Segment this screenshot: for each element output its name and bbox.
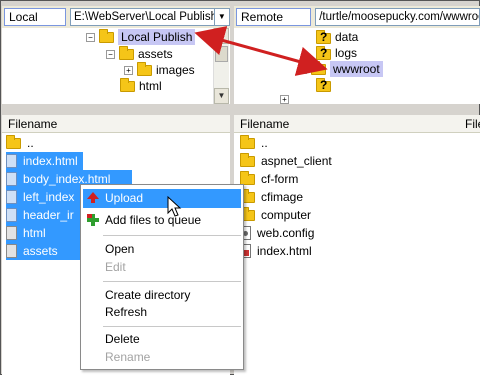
tree-node-label: html	[139, 79, 162, 93]
list-item[interactable]: header_ir	[6, 206, 80, 224]
folder-icon	[240, 170, 255, 185]
list-item[interactable]: computer	[240, 206, 470, 224]
local-path-input[interactable]: E:\WebServer\Local Publish\	[70, 8, 215, 26]
tree-node-label: assets	[138, 47, 173, 61]
list-item[interactable]: index.html	[6, 152, 83, 170]
tree-node-label: logs	[335, 46, 358, 60]
mouse-cursor-icon	[167, 196, 182, 217]
collapse-icon[interactable]: −	[106, 49, 115, 59]
list-item[interactable]: cfimage	[240, 188, 470, 206]
file-icon	[6, 172, 17, 186]
unknown-folder-icon: ?	[316, 78, 331, 92]
file-icon	[6, 244, 17, 258]
folder-icon	[99, 28, 114, 43]
list-item[interactable]: web.config	[240, 224, 470, 242]
expand-icon[interactable]: +	[298, 64, 307, 74]
tree-node-assets[interactable]: − assets	[106, 45, 173, 62]
list-item[interactable]: html	[6, 224, 80, 242]
local-filename-column-header[interactable]: Filename	[2, 115, 230, 133]
local-tree-scrollbar[interactable]: ▲ ▼	[213, 28, 229, 104]
menu-separator	[103, 281, 241, 282]
remote-tree-pane: ? data ? logs + wwwroot ? +	[234, 28, 480, 104]
folder-icon	[119, 45, 134, 60]
menu-item-rename: Rename	[105, 350, 151, 364]
local-path-dropdown-icon[interactable]: ▼	[214, 8, 230, 26]
list-item[interactable]: assets	[6, 242, 80, 260]
remote-path-input[interactable]: /turtle/moosepucky.com/wwwroot	[315, 8, 480, 26]
folder-icon	[137, 61, 152, 76]
folder-icon	[240, 152, 255, 167]
expand-icon[interactable]: +	[280, 94, 289, 104]
unknown-folder-icon: ?	[316, 46, 331, 60]
folder-icon	[311, 60, 326, 75]
remote-size-column-header[interactable]: File	[465, 115, 480, 133]
tree-node-collapsed[interactable]: +	[280, 91, 293, 104]
file-icon	[6, 208, 17, 222]
menu-item-refresh[interactable]: Refresh	[83, 303, 241, 322]
tree-node-data[interactable]: ? data	[316, 29, 358, 45]
local-tree-pane: − Local Publish − assets + images html ▲…	[2, 28, 230, 104]
list-item[interactable]: index.html	[240, 242, 470, 260]
tree-node-wwwroot[interactable]: + wwwroot	[298, 60, 383, 77]
list-item[interactable]: left_index	[6, 188, 80, 206]
tree-node-label: data	[335, 30, 359, 44]
scroll-thumb[interactable]	[215, 46, 228, 62]
menu-separator	[103, 235, 241, 236]
menu-separator	[103, 326, 241, 327]
menu-item-upload[interactable]: Upload	[83, 189, 241, 208]
list-item[interactable]: cf-form	[240, 170, 470, 188]
tree-node-local-publish[interactable]: − Local Publish	[86, 28, 196, 45]
folder-icon	[240, 134, 255, 149]
file-icon	[6, 154, 17, 168]
menu-item-delete[interactable]: Delete	[83, 330, 241, 349]
list-item[interactable]: ..	[6, 134, 230, 152]
context-menu: Upload Add files to queue Open Edit Crea…	[80, 184, 244, 370]
tree-node-unknown[interactable]: ?	[316, 77, 335, 93]
tree-node-label: images	[156, 63, 195, 77]
local-site-bar: Local site: E:\WebServer\Local Publish\ …	[2, 6, 230, 40]
list-item[interactable]: ..	[240, 134, 470, 152]
file-icon	[6, 226, 17, 240]
menu-item-add-files-to-queue[interactable]: Add files to queue	[83, 211, 241, 230]
folder-icon	[120, 77, 135, 92]
tree-node-images[interactable]: + images	[124, 61, 195, 78]
expand-icon[interactable]: +	[124, 65, 133, 75]
list-item[interactable]: aspnet_client	[240, 152, 470, 170]
tree-node-label: Local Publish	[118, 29, 196, 45]
file-icon	[6, 190, 17, 204]
remote-site-label: Remote site:	[236, 8, 312, 40]
scroll-down-icon[interactable]: ▼	[214, 88, 229, 104]
tree-node-logs[interactable]: ? logs	[316, 45, 357, 61]
upload-arrow-icon	[87, 192, 99, 203]
collapse-icon[interactable]: −	[86, 32, 95, 42]
scroll-up-icon[interactable]: ▲	[214, 28, 229, 44]
local-site-label: Local site:	[4, 8, 66, 40]
remote-file-list: Filename File .. aspnet_client cf-form c…	[234, 115, 480, 375]
menu-item-open[interactable]: Open	[83, 240, 241, 259]
folder-icon	[6, 134, 21, 149]
app-window: Local site: E:\WebServer\Local Publish\ …	[0, 0, 480, 375]
unknown-folder-icon: ?	[316, 30, 331, 44]
tree-node-html[interactable]: html	[120, 77, 162, 94]
menu-item-edit: Edit	[105, 260, 126, 274]
remote-site-bar: Remote site: /turtle/moosepucky.com/wwwr…	[234, 6, 480, 40]
tree-node-label: wwwroot	[330, 61, 383, 77]
add-to-queue-icon	[87, 214, 99, 226]
remote-filename-column-header[interactable]: Filename File	[234, 115, 480, 133]
